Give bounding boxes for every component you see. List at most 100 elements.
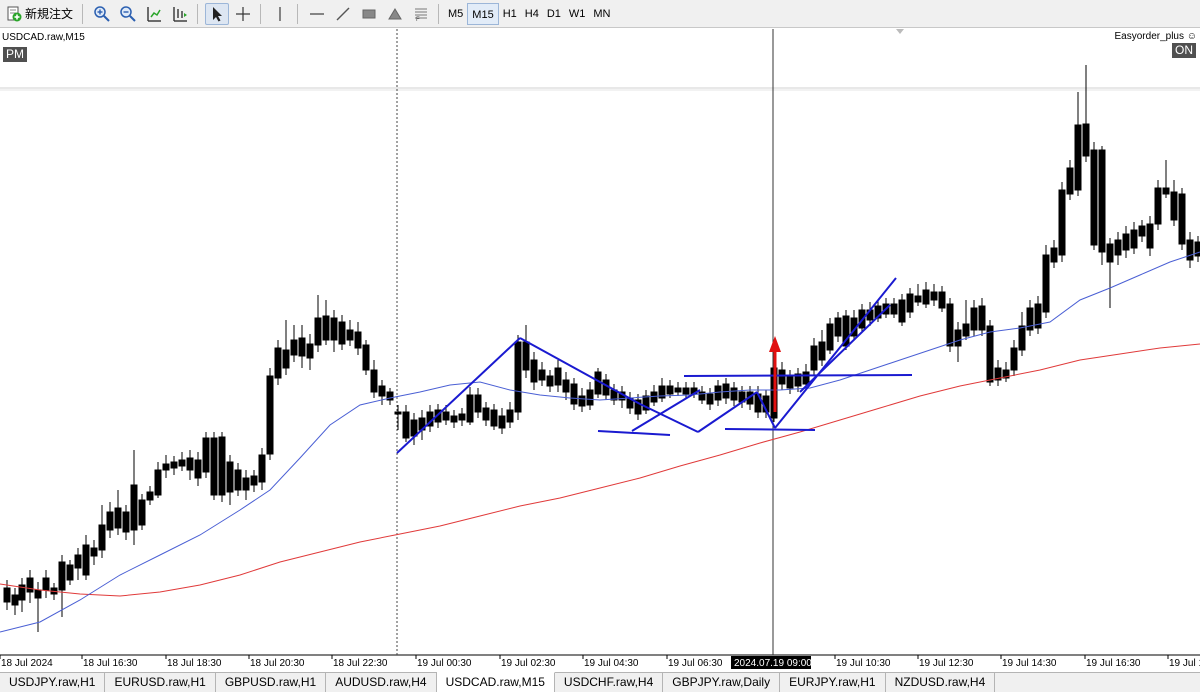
candle-body	[1098, 149, 1106, 253]
candle-body	[114, 507, 122, 529]
candle-body	[482, 407, 490, 421]
time-axis-label: 18 Jul 20:30	[250, 658, 305, 669]
fibonacci-icon: F	[415, 8, 428, 22]
candle-body	[250, 475, 258, 486]
vertical-line-icon	[279, 6, 281, 21]
candle-body	[554, 367, 562, 386]
autoscroll-icon	[147, 6, 162, 22]
rectangle-tool-button[interactable]	[357, 3, 381, 25]
cursor-tool-button[interactable]	[205, 2, 230, 25]
chart-tab[interactable]: GBPUSD.raw,H1	[216, 673, 327, 692]
timeframe-button-mn[interactable]: MN	[589, 3, 614, 25]
candle-body	[1122, 233, 1130, 251]
horizontal-line-tool-button[interactable]	[305, 3, 329, 25]
pattern-trendline	[597, 430, 671, 436]
new-order-label: 新規注文	[25, 7, 74, 21]
chart-tab[interactable]: EURUSD.raw,H1	[105, 673, 216, 692]
candle-body	[154, 469, 162, 496]
candle-body	[346, 329, 354, 341]
zoom-out-icon	[120, 5, 136, 22]
candle-body	[1018, 325, 1026, 351]
candle-body	[162, 463, 170, 471]
zoom-in-button[interactable]	[90, 3, 114, 25]
ea-status-badge[interactable]: ON	[1172, 43, 1196, 58]
candle-body	[970, 307, 978, 331]
candle-body	[322, 315, 330, 341]
chart-canvas[interactable]: 18 Jul 2024 18 Jul 16:30 18 Jul 18:30 18 Ju…	[0, 29, 1200, 672]
timeframe-button-d1[interactable]: D1	[543, 3, 565, 25]
timeframe-button-h4[interactable]: H4	[521, 3, 543, 25]
trendline-tool-button[interactable]	[331, 3, 355, 25]
candle-body	[514, 341, 522, 413]
candle-body	[34, 589, 42, 599]
buy-signal-arrow-icon	[769, 336, 781, 352]
candle-body	[274, 347, 282, 379]
chart-symbol-title: USDCAD.raw,M15	[2, 32, 85, 43]
candle-body	[106, 511, 114, 531]
time-axis-label: 19 Jul 02:30	[501, 658, 556, 669]
candle-body	[458, 413, 466, 421]
candle-body	[1138, 225, 1146, 237]
candle-body	[330, 317, 338, 341]
candle-body	[818, 341, 826, 361]
timeframe-button-m5[interactable]: M5	[444, 3, 467, 25]
candle-body	[170, 461, 178, 469]
candle-body	[282, 349, 290, 369]
candle-body	[1042, 254, 1050, 313]
pattern-trendline	[683, 374, 913, 377]
timeframe-button-w1[interactable]: W1	[565, 3, 590, 25]
candle-body	[402, 411, 410, 439]
candle-body	[506, 409, 514, 423]
trendline-icon	[336, 7, 350, 20]
fast-moving-average-line	[0, 251, 1200, 633]
crosshair-tool-button[interactable]	[231, 3, 255, 25]
chart-tab[interactable]: AUDUSD.raw,H4	[326, 673, 437, 692]
time-axis-label: 18 Jul 16:30	[83, 658, 138, 669]
chart-shift-button[interactable]	[168, 3, 192, 25]
crosshair-time-label: 2024.07.19 09:00	[734, 658, 812, 669]
candle-body	[562, 379, 570, 393]
candle-body	[810, 345, 818, 371]
fibonacci-tool-button[interactable]: F	[409, 3, 433, 25]
toolbar-separator	[197, 3, 199, 24]
candle-body	[1154, 187, 1162, 225]
candle-body	[1010, 347, 1018, 371]
candle-body	[706, 393, 714, 405]
chart-tab[interactable]: EURJPY.raw,H1	[780, 673, 886, 692]
new-order-button[interactable]: 新規注文	[2, 3, 77, 25]
candle-body	[586, 389, 594, 406]
timeframe-button-m15[interactable]: M15	[467, 2, 499, 25]
candle-body	[266, 375, 274, 455]
vertical-line-tool-button[interactable]	[268, 3, 292, 25]
time-axis-label: 19 Jul 04:30	[584, 658, 639, 669]
candle-body	[522, 341, 530, 371]
triangle-tool-button[interactable]	[383, 3, 407, 25]
candle-body	[946, 303, 954, 347]
chart-autoscroll-button[interactable]	[142, 3, 166, 25]
candle-body	[226, 461, 234, 493]
timeframe-button-h1[interactable]: H1	[499, 3, 521, 25]
chart-tab[interactable]: USDCHF.raw,H4	[555, 673, 664, 692]
pattern-trendline	[774, 277, 897, 429]
crosshair-icon	[236, 6, 251, 21]
candle-body	[138, 499, 146, 526]
chart-tab[interactable]: USDJPY.raw,H1	[0, 673, 106, 692]
price-chart[interactable]: 18 Jul 2024 18 Jul 16:30 18 Jul 18:30 18 Ju…	[0, 29, 1200, 672]
candle-body	[834, 317, 842, 337]
candle-body	[1050, 247, 1058, 263]
candle-body	[826, 323, 834, 351]
chart-tab[interactable]: GBPJPY.raw,Daily	[663, 673, 781, 692]
time-axis-label: 19 Jul 16:30	[1086, 658, 1141, 669]
chart-tab[interactable]: NZDUSD.raw,H4	[886, 673, 996, 692]
candle-body	[82, 544, 90, 576]
toolbar-separator	[438, 3, 440, 24]
zoom-out-button[interactable]	[116, 3, 140, 25]
candle-body	[11, 594, 19, 606]
chart-tab[interactable]: USDCAD.raw,M15	[436, 672, 555, 692]
candle-body	[186, 457, 194, 471]
toolbar: 新規注文 F M5 M15 H1 H4 D1 W1 MN	[0, 0, 1200, 28]
candle-body	[962, 323, 970, 337]
candle-body	[530, 359, 538, 383]
candle-body	[1066, 167, 1074, 195]
time-axis-label: 18 Jul 18:30	[167, 658, 222, 669]
